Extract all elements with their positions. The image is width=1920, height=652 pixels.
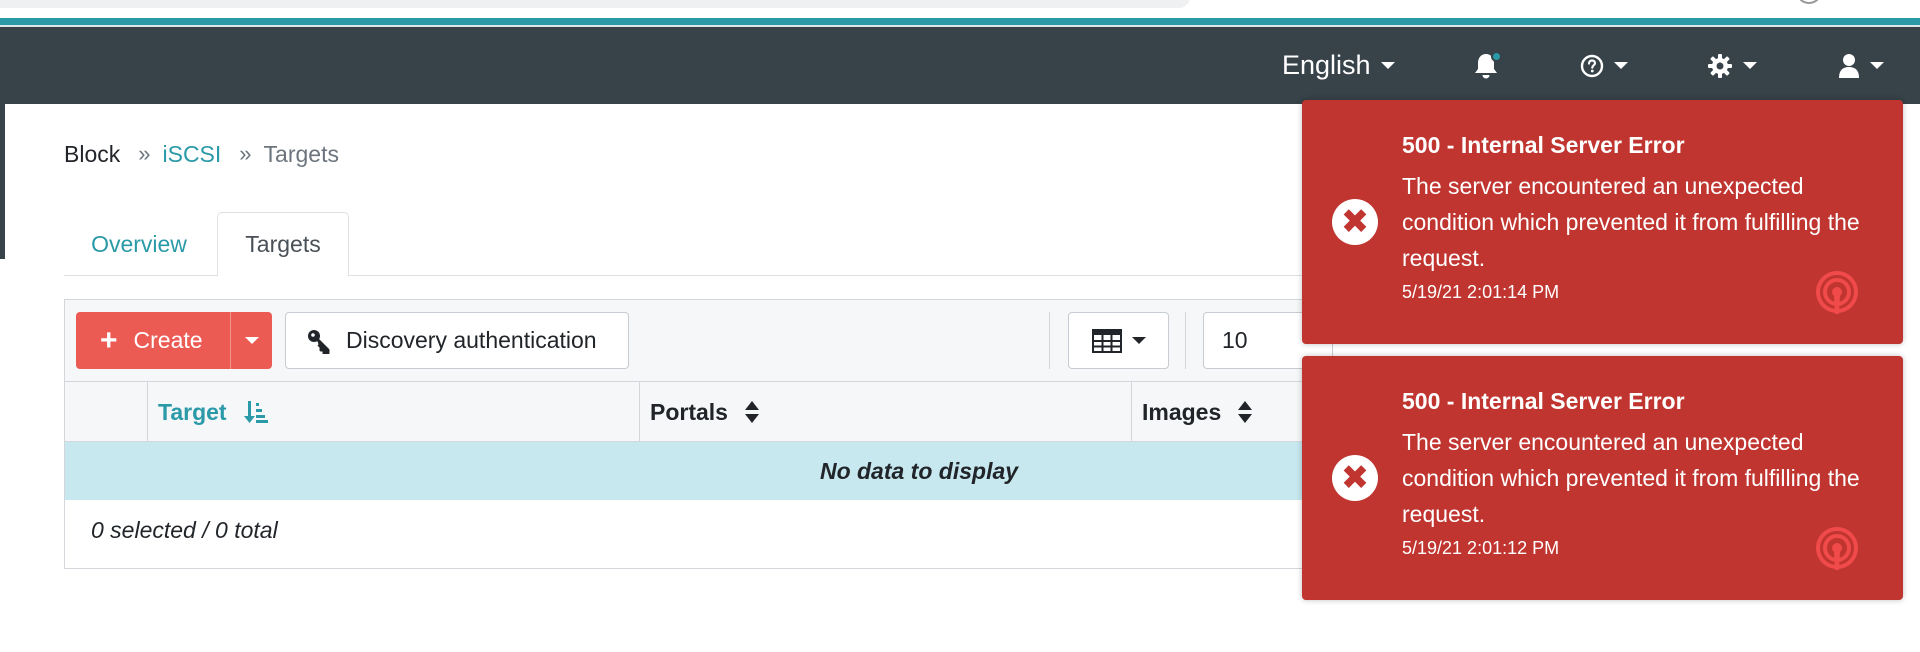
column-header-images-label: Images [1142,398,1222,425]
create-button[interactable]: + Create [76,312,272,369]
breadcrumb-separator-icon: » [239,141,252,166]
chevron-down-icon [1131,337,1146,344]
tab-targets[interactable]: Targets [217,212,349,277]
language-selector[interactable]: English [1282,27,1395,104]
notification-dot [1491,51,1502,62]
breadcrumb-iscsi[interactable]: iSCSI [163,141,222,168]
column-header-target[interactable]: Target [147,382,639,442]
error-circle-icon: ✖ [1332,455,1378,501]
chevron-down-icon [1743,62,1757,69]
breadcrumb: Block » iSCSI » Targets [64,139,339,169]
discovery-authentication-button[interactable]: Discovery authentication [285,312,629,369]
chevron-down-icon [1614,62,1628,69]
toast-title: 500 - Internal Server Error [1402,388,1685,414]
discovery-authentication-label: Discovery authentication [346,327,597,353]
settings-menu[interactable] [1707,27,1757,104]
toast-timestamp: 5/19/21 2:01:14 PM [1402,282,1560,302]
column-header-target-label: Target [158,398,227,425]
table-icon [1091,328,1122,353]
column-toggle-button[interactable] [1068,312,1169,369]
breadcrumb-block: Block [64,140,121,167]
select-column-header [65,382,147,442]
key-icon [306,328,332,354]
toast-message: The server encountered an unexpected con… [1402,173,1860,271]
language-label: English [1282,50,1371,80]
broadcast-icon [1816,271,1858,314]
table-toolbar: + Create Discovery authentication 10 [65,300,1333,382]
empty-table-message: No data to display [65,442,1323,500]
error-toast[interactable]: ✖ 500 - Internal Server Error The server… [1302,100,1903,344]
user-icon [1839,53,1859,78]
sidebar-edge [0,104,5,259]
toast-title: 500 - Internal Server Error [1402,132,1685,158]
toolbar-divider [1185,312,1186,369]
table-header: Target Portals Images [65,382,1323,442]
accent-bar [0,18,1920,25]
toolbar-divider [1049,312,1050,369]
sort-ascending-icon [243,399,269,425]
column-header-portals[interactable]: Portals [639,382,1131,442]
notifications-button[interactable] [1473,27,1507,104]
create-button-label: Create [133,327,203,353]
chevron-down-icon [1870,62,1884,69]
create-dropdown-toggle[interactable] [230,312,272,369]
chevron-down-icon [1380,62,1395,69]
gear-icon [1708,53,1732,78]
sort-icon [744,400,760,424]
toast-timestamp: 5/19/21 2:01:12 PM [1402,538,1560,558]
browser-profile-icon[interactable] [1796,0,1822,4]
error-circle-icon: ✖ [1332,199,1378,245]
browser-chrome-strip [0,0,1920,18]
toast-message: The server encountered an unexpected con… [1402,429,1860,527]
sort-icon [1237,400,1253,424]
column-header-images[interactable]: Images [1131,382,1331,442]
tab-overview[interactable]: Overview [64,212,214,276]
plus-icon: + [100,323,118,357]
browser-address-bar[interactable] [0,0,1190,8]
selection-summary: 0 selected / 0 total [91,516,278,543]
targets-table-panel: + Create Discovery authentication 10 Tar… [64,299,1333,569]
error-toast[interactable]: ✖ 500 - Internal Server Error The server… [1302,356,1903,600]
chevron-down-icon [244,337,259,344]
tab-bar: Overview Targets [64,212,1314,277]
top-navbar: English [0,27,1920,104]
help-menu[interactable] [1580,27,1628,104]
question-circle-icon [1580,54,1604,77]
breadcrumb-targets: Targets [263,140,339,167]
breadcrumb-separator-icon: » [138,141,151,166]
column-header-portals-label: Portals [650,398,728,425]
user-menu[interactable] [1838,27,1884,104]
broadcast-icon [1816,527,1858,570]
